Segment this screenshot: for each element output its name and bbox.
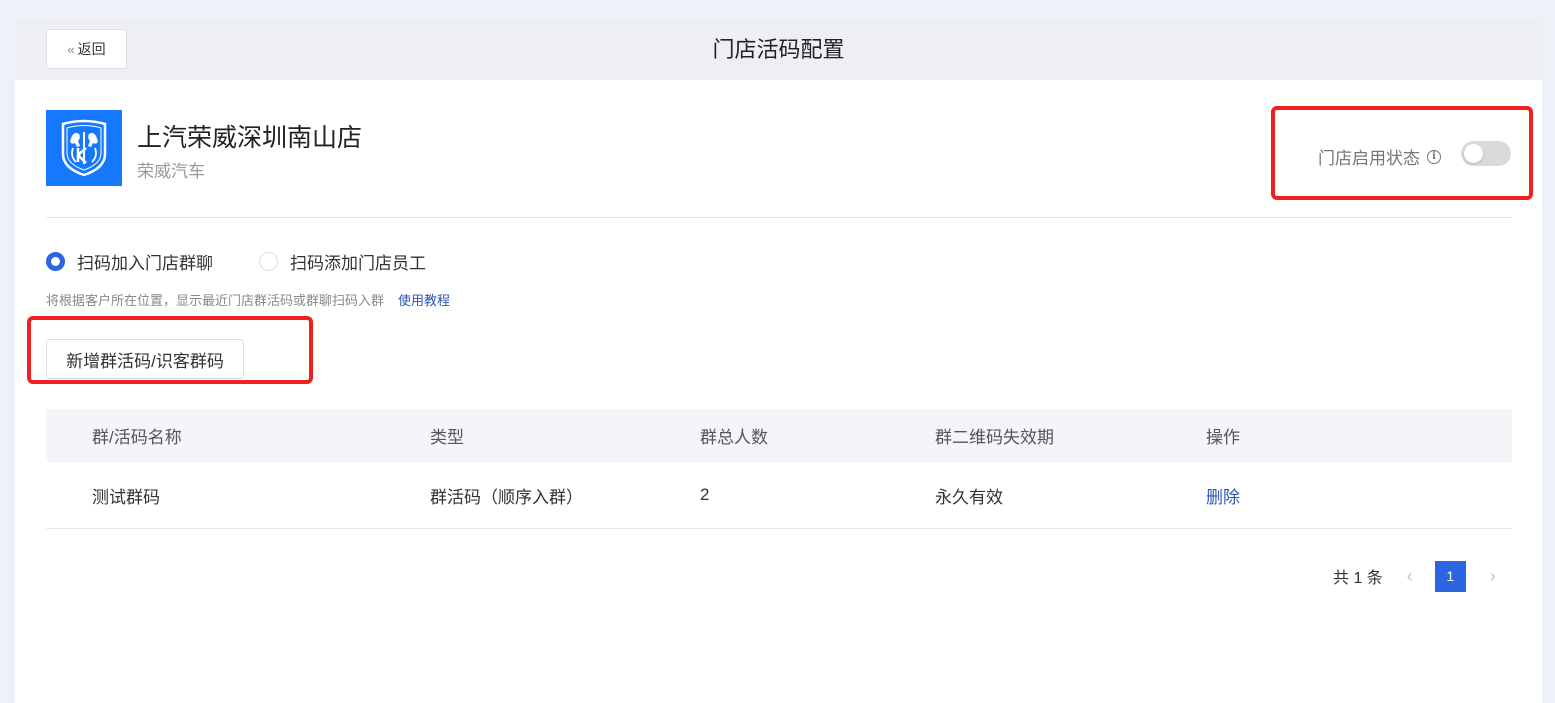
add-group-code-button[interactable]: 新增群活码/识客群码 — [46, 339, 244, 379]
radio-add-store-staff[interactable]: 扫码添加门店员工 — [259, 249, 426, 274]
table-header: 群/活码名称 类型 群总人数 群二维码失效期 操作 — [46, 409, 1512, 462]
radio-join-store-group[interactable]: 扫码加入门店群聊 — [46, 249, 213, 274]
column-header-type: 类型 — [430, 428, 464, 447]
page-title: 门店活码配置 — [712, 37, 845, 62]
top-bar: 门店活码配置 « 返回 — [15, 20, 1542, 80]
radio-selected-icon — [46, 252, 65, 271]
radio-add-store-staff-label: 扫码添加门店员工 — [290, 254, 426, 273]
radio-join-store-group-label: 扫码加入门店群聊 — [77, 254, 213, 273]
tutorial-link[interactable]: 使用教程 — [398, 293, 450, 308]
row-name: 测试群码 — [92, 487, 160, 507]
column-header-actions: 操作 — [1206, 428, 1240, 447]
pagination: 共 1 条 ‹ 1 › — [1333, 560, 1506, 592]
total-count: 共 1 条 — [1333, 570, 1383, 587]
toggle-knob — [1464, 144, 1483, 163]
store-status-label: 门店启用状态 i — [1318, 144, 1441, 169]
info-icon[interactable]: i — [1427, 149, 1441, 164]
store-status-toggle[interactable] — [1461, 141, 1511, 166]
double-chevron-left-icon: « — [67, 41, 75, 57]
store-status-text: 门店启用状态 — [1318, 149, 1420, 168]
column-header-expiry: 群二维码失效期 — [935, 428, 1054, 447]
column-header-name: 群/活码名称 — [92, 428, 182, 447]
config-card: 门店活码配置 « 返回 上汽荣威深圳南山店 荣威汽车 门店启用状态 i 扫码加入… — [15, 20, 1542, 703]
group-code-table: 群/活码名称 类型 群总人数 群二维码失效期 操作 测试群码 群活码（顺序入群）… — [46, 409, 1512, 529]
store-name: 上汽荣威深圳南山店 — [137, 124, 363, 152]
row-type: 群活码（顺序入群） — [430, 487, 583, 507]
brand-name: 荣威汽车 — [137, 162, 205, 181]
table-row: 测试群码 群活码（顺序入群） 2 永久有效 删除 — [46, 462, 1512, 529]
chevron-left-icon[interactable]: ‹ — [1397, 566, 1423, 587]
row-expiry: 永久有效 — [935, 487, 1003, 507]
page-number-current[interactable]: 1 — [1434, 560, 1466, 592]
back-button-label: 返回 — [77, 41, 106, 57]
chevron-right-icon[interactable]: › — [1480, 566, 1506, 587]
store-logo — [46, 110, 122, 186]
mode-hint-text: 将根据客户所在位置，显示最近门店群活码或群聊扫码入群 — [46, 293, 385, 308]
delete-link[interactable]: 删除 — [1206, 483, 1240, 508]
mode-hint: 将根据客户所在位置，显示最近门店群活码或群聊扫码入群 使用教程 — [46, 290, 450, 309]
back-button[interactable]: « 返回 — [46, 29, 127, 69]
row-members: 2 — [700, 485, 710, 504]
section-divider — [46, 217, 1512, 218]
roewe-lion-shield-logo-icon — [61, 119, 107, 177]
column-header-members: 群总人数 — [700, 428, 768, 447]
radio-unselected-icon — [259, 252, 278, 271]
